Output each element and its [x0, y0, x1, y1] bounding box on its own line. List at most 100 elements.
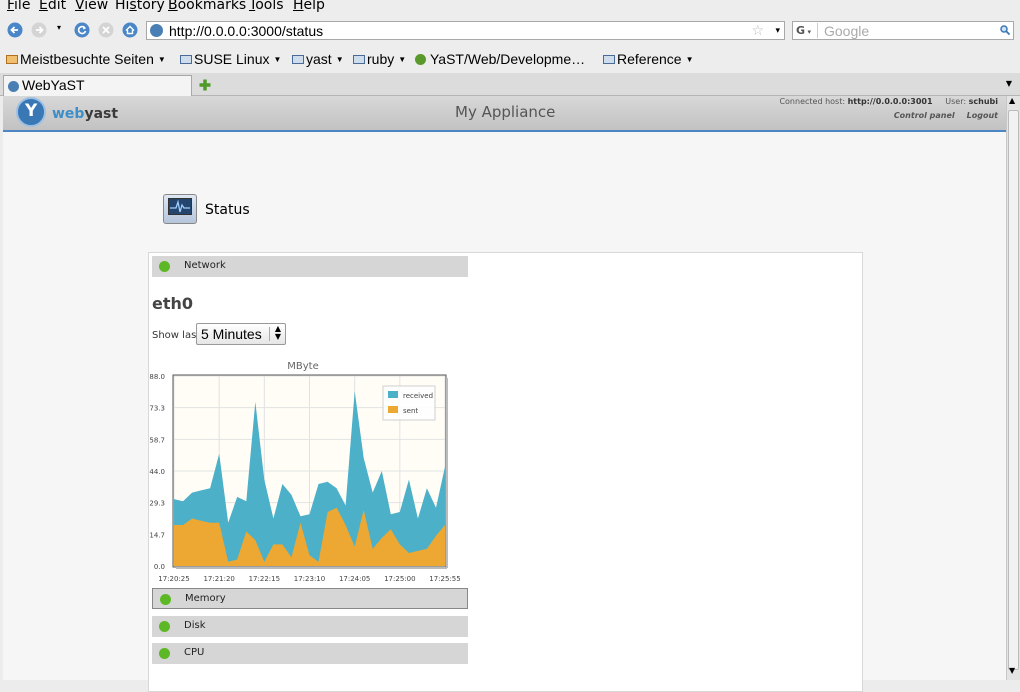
forward-button[interactable]	[31, 22, 47, 38]
search-engine-letter: G	[796, 24, 806, 37]
page-favicon-icon	[415, 54, 426, 65]
bookmark-reference[interactable]: Reference ▼	[603, 51, 694, 68]
webyast-logo-text[interactable]: webyast	[52, 106, 118, 122]
address-bar[interactable]: http://0.0.0.0:3000/status ☆ ▾	[146, 21, 785, 40]
new-tab-plus-icon[interactable]	[198, 78, 212, 92]
reload-button[interactable]	[74, 22, 90, 38]
bookmark-label: YaST/Web/Developme…	[430, 51, 586, 67]
status-monitor-icon	[163, 194, 197, 224]
network-traffic-chart: MByte 0.0 14.7 29.3 44.0 58.7 73.3 88.0 17:20:2…	[149, 361, 460, 583]
menu-help[interactable]: Help	[293, 0, 325, 13]
host-label: Connected host:	[779, 97, 846, 106]
bookmark-ruby[interactable]: ruby ▼	[353, 51, 406, 68]
x-tick-label: 17:20:25	[158, 575, 189, 583]
x-tick-label: 17:22:15	[249, 575, 280, 583]
back-button[interactable]	[7, 22, 23, 38]
y-tick-label: 73.3	[149, 405, 165, 413]
url-text[interactable]: http://0.0.0.0:3000/status	[169, 22, 323, 40]
appliance-name: My Appliance	[455, 103, 556, 121]
bookmark-yast[interactable]: yast ▼	[292, 51, 344, 68]
y-tick-label: 88.0	[149, 373, 165, 381]
bookmark-suse-linux[interactable]: SUSE Linux ▼	[180, 51, 281, 68]
history-dropdown[interactable]: ▾	[57, 23, 73, 39]
user-name: schubi	[968, 97, 998, 106]
chart-title: MByte	[287, 361, 318, 372]
legend-label-sent: sent	[403, 407, 418, 415]
page-scrollbar[interactable]: ▲ ▼	[1006, 96, 1020, 680]
chevron-down-icon: ▼	[157, 55, 166, 64]
bookmark-label: SUSE Linux	[194, 51, 270, 67]
section-memory[interactable]: Memory	[152, 588, 468, 609]
logo-yast-text: yast	[84, 106, 119, 122]
tab-list-dropdown-icon[interactable]: ▼	[1006, 79, 1012, 88]
home-button[interactable]	[122, 22, 138, 38]
folder-icon	[603, 55, 615, 64]
menu-view[interactable]: View	[75, 0, 108, 13]
forward-arrow-icon	[31, 22, 47, 38]
connected-host: http://0.0.0.0:3001	[847, 97, 933, 106]
bookmark-most-visited[interactable]: Meistbesuchte Seiten ▼	[6, 51, 166, 68]
scrollbar-thumb[interactable]	[1008, 110, 1019, 670]
show-last-label: Show last	[152, 330, 201, 341]
menu-bookmarks[interactable]: Bookmarks	[168, 0, 246, 13]
y-tick-label: 44.0	[149, 468, 165, 476]
control-panel-link[interactable]: Control panel	[894, 111, 955, 120]
menu-file[interactable]: File	[7, 0, 30, 13]
search-engine-icon[interactable]: G ▾	[794, 23, 818, 38]
bookmark-label: yast	[306, 51, 332, 67]
navigation-toolbar: ▾ http://0.0.0.0:3000/status ☆ ▾ G ▾ Goo…	[0, 17, 1020, 45]
header-links: Control panel Logout	[882, 111, 998, 120]
logo-glyph: Y	[25, 101, 38, 121]
x-tick-label: 17:21:20	[203, 575, 234, 583]
y-tick-label: 58.7	[149, 436, 165, 444]
section-network[interactable]: Network	[152, 256, 468, 277]
y-tick-label: 14.7	[149, 531, 165, 539]
back-arrow-icon	[7, 22, 23, 38]
section-disk[interactable]: Disk	[152, 616, 468, 637]
scroll-down-icon[interactable]: ▼	[1009, 666, 1015, 675]
menu-edit[interactable]: Edit	[39, 0, 66, 13]
y-tick-label: 0.0	[154, 563, 165, 571]
status-panel: Network eth0 Show last 5 Minutes ▲ ▼ MByt…	[148, 252, 863, 692]
section-cpu[interactable]: CPU	[152, 643, 468, 664]
tab-webyast[interactable]: WebYaST	[3, 75, 192, 96]
bookmarks-toolbar: Meistbesuchte Seiten ▼ SUSE Linux ▼ yast ▼ …	[0, 45, 1020, 73]
menu-history[interactable]: History	[115, 0, 165, 13]
bookmark-star-icon[interactable]: ☆	[751, 22, 764, 40]
time-range-select[interactable]: 5 Minutes ▲ ▼	[196, 323, 286, 345]
x-tick-label: 17:23:10	[294, 575, 325, 583]
bookmark-label: ruby	[367, 51, 395, 67]
search-icon[interactable]	[1000, 25, 1010, 35]
section-label: Memory	[185, 593, 226, 604]
chevron-down-icon: ▼	[398, 55, 407, 64]
webyast-logo-icon[interactable]: Y	[16, 97, 46, 127]
smart-folder-icon	[6, 55, 18, 64]
stop-button[interactable]	[98, 22, 114, 38]
tab-label: WebYaST	[22, 77, 85, 93]
page-content: Status Network eth0 Show last 5 Minutes …	[3, 132, 1006, 692]
home-icon	[122, 22, 138, 38]
x-tick-label: 17:25:55	[429, 575, 460, 583]
section-label: Network	[184, 260, 226, 271]
scroll-up-icon[interactable]: ▲	[1009, 96, 1015, 105]
folder-icon	[180, 55, 192, 64]
page-title: Status	[205, 202, 250, 218]
url-dropdown-icon[interactable]: ▾	[775, 22, 780, 40]
select-arrows-icon: ▲ ▼	[274, 324, 281, 341]
logout-link[interactable]: Logout	[967, 111, 998, 120]
bookmark-label: Reference	[617, 51, 682, 67]
menu-tools[interactable]: Tools	[249, 0, 284, 13]
section-label: Disk	[184, 620, 206, 631]
section-label: CPU	[184, 647, 205, 658]
bookmark-label: Meistbesuchte Seiten	[20, 51, 154, 67]
chevron-down-icon: ▼	[335, 55, 344, 64]
status-ok-icon	[160, 594, 171, 605]
interface-name: eth0	[152, 294, 194, 313]
menu-bar: File Edit View History Bookmarks Tools H…	[0, 0, 1020, 17]
status-ok-icon	[159, 621, 170, 632]
reload-icon	[74, 22, 90, 38]
search-input[interactable]: G ▾ Google	[792, 21, 1014, 40]
legend-label-received: received	[403, 392, 433, 400]
bookmark-yast-web-development[interactable]: YaST/Web/Developme…	[415, 51, 585, 67]
legend-swatch-received	[388, 391, 398, 398]
